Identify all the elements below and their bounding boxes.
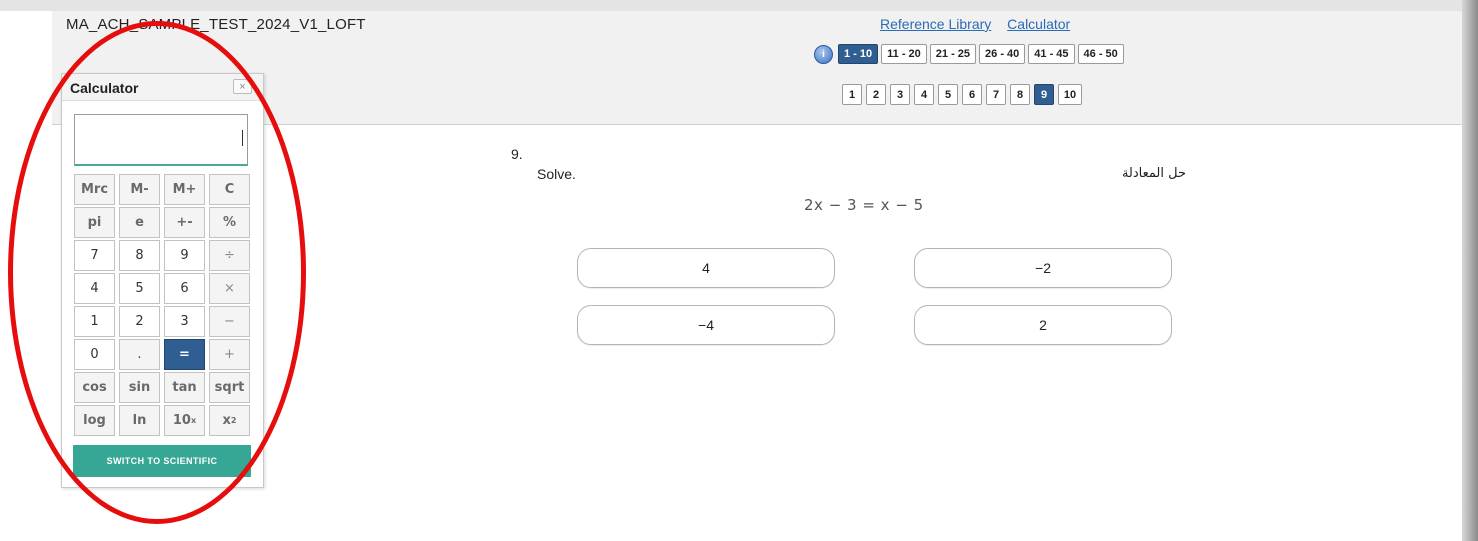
key-percent[interactable]: %	[209, 207, 250, 238]
key-4[interactable]: 4	[74, 273, 115, 304]
switch-to-scientific-button[interactable]: SWITCH TO SCIENTIFIC	[73, 445, 251, 477]
x-squared-exponent: 2	[230, 416, 237, 425]
answer-option-d[interactable]: 2	[914, 305, 1172, 345]
question-prompt-arabic: حل المعادلة	[1121, 166, 1186, 181]
x-squared-base: x	[222, 413, 231, 428]
calculator-panel: Calculator × Mrc M- M+ C pi e +- % 7 8 9…	[61, 73, 264, 488]
question-button-6[interactable]: 6	[962, 84, 982, 105]
question-button-2[interactable]: 2	[866, 84, 886, 105]
header-links: Reference Library Calculator	[880, 16, 1082, 32]
test-title: MA_ACH_SAMPLE_TEST_2024_V1_LOFT	[66, 16, 366, 33]
reference-library-link[interactable]: Reference Library	[880, 16, 991, 32]
question-button-8[interactable]: 8	[1010, 84, 1030, 105]
key-7[interactable]: 7	[74, 240, 115, 271]
key-x-squared[interactable]: x2	[209, 405, 250, 436]
key-sin[interactable]: sin	[119, 372, 160, 403]
key-m-minus[interactable]: M-	[119, 174, 160, 205]
key-minus[interactable]: −	[209, 306, 250, 337]
ten-power-exponent: x	[190, 416, 197, 425]
question-prompt: Solve.	[537, 166, 576, 182]
key-decimal[interactable]: .	[119, 339, 160, 370]
key-9[interactable]: 9	[164, 240, 205, 271]
question-button-1[interactable]: 1	[842, 84, 862, 105]
key-ten-power[interactable]: 10 x	[164, 405, 205, 436]
range-46-50[interactable]: 46 - 50	[1077, 44, 1124, 64]
key-8[interactable]: 8	[119, 240, 160, 271]
key-1[interactable]: 1	[74, 306, 115, 337]
key-clear[interactable]: C	[209, 174, 250, 205]
question-button-7[interactable]: 7	[986, 84, 1006, 105]
key-sqrt[interactable]: sqrt	[209, 372, 250, 403]
info-icon[interactable]: i	[814, 44, 833, 64]
key-log[interactable]: log	[74, 405, 115, 436]
calculator-title: Calculator	[70, 80, 139, 96]
scrollbar[interactable]	[1462, 0, 1478, 541]
question-range-nav: i 1 - 10 11 - 20 21 - 25 26 - 40 41 - 45…	[814, 44, 1124, 64]
key-0[interactable]: 0	[74, 339, 115, 370]
range-26-40[interactable]: 26 - 40	[979, 44, 1026, 64]
question-button-4[interactable]: 4	[914, 84, 934, 105]
range-41-45[interactable]: 41 - 45	[1028, 44, 1075, 64]
range-1-10[interactable]: 1 - 10	[838, 44, 879, 64]
key-tan[interactable]: tan	[164, 372, 205, 403]
text-cursor	[242, 130, 243, 146]
question-button-9[interactable]: 9	[1034, 84, 1054, 105]
ten-power-base: 10	[172, 413, 191, 428]
key-equals[interactable]: =	[164, 339, 205, 370]
key-pi[interactable]: pi	[74, 207, 115, 238]
calculator-display[interactable]	[74, 114, 248, 166]
range-11-20[interactable]: 11 - 20	[881, 44, 927, 64]
top-strip	[0, 0, 1478, 11]
key-ln[interactable]: ln	[119, 405, 160, 436]
key-6[interactable]: 6	[164, 273, 205, 304]
key-divide[interactable]: ÷	[209, 240, 250, 271]
test-page: MA_ACH_SAMPLE_TEST_2024_V1_LOFT Referenc…	[0, 0, 1478, 541]
key-multiply[interactable]: ×	[209, 273, 250, 304]
key-2[interactable]: 2	[119, 306, 160, 337]
question-button-10[interactable]: 10	[1058, 84, 1082, 105]
question-button-3[interactable]: 3	[890, 84, 910, 105]
key-m-plus[interactable]: M+	[164, 174, 205, 205]
answer-option-a[interactable]: 4	[577, 248, 835, 288]
answer-option-c[interactable]: −4	[577, 305, 835, 345]
question-number: 9.	[511, 146, 523, 162]
key-3[interactable]: 3	[164, 306, 205, 337]
key-mrc[interactable]: Mrc	[74, 174, 115, 205]
calculator-link[interactable]: Calculator	[1007, 16, 1070, 32]
key-cos[interactable]: cos	[74, 372, 115, 403]
left-gutter	[0, 11, 52, 541]
range-21-25[interactable]: 21 - 25	[929, 44, 977, 64]
calculator-titlebar[interactable]: Calculator ×	[62, 74, 263, 101]
question-equation: 2x − 3 = x − 5	[804, 196, 924, 214]
key-5[interactable]: 5	[119, 273, 160, 304]
question-button-5[interactable]: 5	[938, 84, 958, 105]
close-icon[interactable]: ×	[233, 79, 252, 94]
calculator-keypad: Mrc M- M+ C pi e +- % 7 8 9 ÷ 4 5 6 × 1 …	[74, 174, 252, 436]
key-plus-minus[interactable]: +-	[164, 207, 205, 238]
key-plus[interactable]: +	[209, 339, 250, 370]
key-e[interactable]: e	[119, 207, 160, 238]
question-number-nav: 1 2 3 4 5 6 7 8 9 10	[842, 84, 1082, 105]
answer-option-b[interactable]: −2	[914, 248, 1172, 288]
